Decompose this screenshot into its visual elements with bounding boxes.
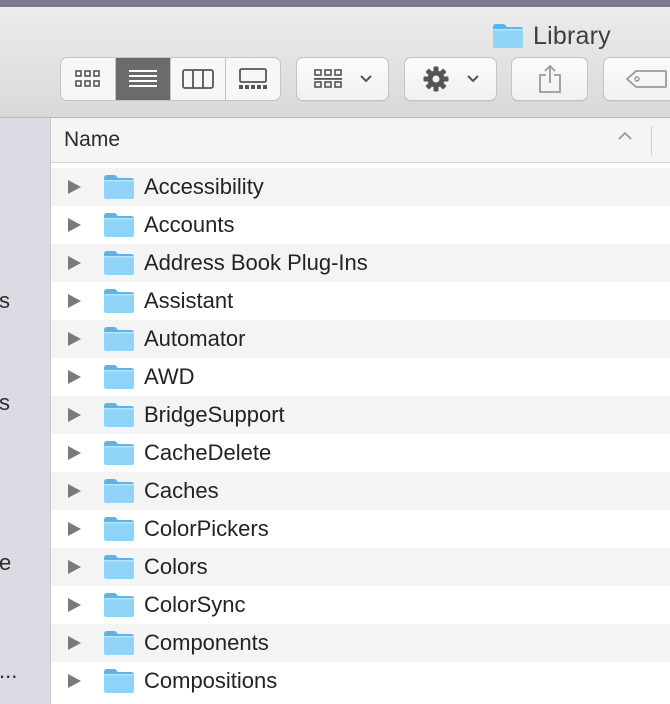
tag-button[interactable]: [603, 57, 670, 101]
list-header: Name: [51, 118, 670, 163]
list-item[interactable]: CacheDelete: [51, 434, 670, 472]
grid-icon: [75, 70, 100, 87]
folder-icon: [103, 364, 135, 390]
sidebar: s s e ...: [0, 118, 51, 704]
list-item[interactable]: Automator: [51, 320, 670, 358]
window-title: Library: [492, 22, 611, 50]
folder-icon: [492, 23, 524, 49]
folder-icon: [103, 516, 135, 542]
group-grid-icon: [313, 69, 342, 88]
chevron-down-icon: [359, 75, 372, 83]
folder-icon: [103, 402, 135, 428]
tag-icon: [626, 70, 667, 88]
sidebar-item-label[interactable]: s: [0, 288, 10, 314]
share-icon: [538, 64, 561, 93]
disclosure-triangle-icon[interactable]: [68, 446, 81, 460]
list-item[interactable]: Caches: [51, 472, 670, 510]
list-item-label: Assistant: [144, 288, 234, 313]
list-item[interactable]: ColorPickers: [51, 510, 670, 548]
list-item[interactable]: Address Book Plug-Ins: [51, 244, 670, 282]
list-view-button[interactable]: [116, 58, 171, 100]
list-item-label: BridgeSupport: [144, 402, 285, 427]
list-item-label: Automator: [144, 326, 246, 351]
disclosure-triangle-icon[interactable]: [68, 598, 81, 612]
folder-icon: [103, 212, 135, 238]
disclosure-triangle-icon[interactable]: [68, 560, 81, 574]
list-item-label: Caches: [144, 478, 219, 503]
disclosure-triangle-icon[interactable]: [68, 408, 81, 422]
folder-icon: [103, 250, 135, 276]
list-item-label: Compositions: [144, 668, 278, 693]
disclosure-triangle-icon[interactable]: [68, 484, 81, 498]
list-item-label: ColorSync: [144, 592, 246, 617]
icon-view-button[interactable]: [61, 58, 116, 100]
column-divider: [651, 126, 652, 156]
list-item[interactable]: Colors: [51, 548, 670, 586]
disclosure-triangle-icon[interactable]: [68, 332, 81, 346]
folder-icon: [103, 630, 135, 656]
share-button[interactable]: [511, 57, 588, 101]
disclosure-triangle-icon[interactable]: [68, 636, 81, 650]
chevron-down-icon: [466, 75, 479, 83]
gallery-icon: [239, 68, 267, 89]
list-item-label: Accessibility: [144, 174, 264, 199]
window-title-text: Library: [533, 21, 611, 50]
list-item[interactable]: Accounts: [51, 206, 670, 244]
disclosure-triangle-icon[interactable]: [68, 256, 81, 270]
list-item[interactable]: Components: [51, 624, 670, 662]
gear-icon: [423, 66, 448, 92]
columns-icon: [182, 69, 214, 89]
disclosure-triangle-icon[interactable]: [68, 294, 81, 308]
disclosure-triangle-icon[interactable]: [68, 522, 81, 536]
sort-ascending-icon[interactable]: [617, 130, 633, 142]
list-icon: [129, 70, 157, 87]
list-item-label: Address Book Plug-Ins: [144, 250, 368, 275]
file-list: Accessibility Accounts Address Book Plug-I…: [51, 168, 670, 700]
list-item-label: CacheDelete: [144, 440, 272, 465]
view-mode-segmented-control: [60, 57, 281, 101]
list-item[interactable]: ColorSync: [51, 586, 670, 624]
list-item[interactable]: Assistant: [51, 282, 670, 320]
list-item[interactable]: Compositions: [51, 662, 670, 700]
list-item-label: ColorPickers: [144, 516, 269, 541]
list-item[interactable]: BridgeSupport: [51, 396, 670, 434]
window-toolbar: Library: [0, 7, 670, 118]
group-by-button[interactable]: [296, 57, 389, 101]
folder-icon: [103, 668, 135, 694]
folder-icon: [103, 554, 135, 580]
disclosure-triangle-icon[interactable]: [68, 370, 81, 384]
folder-icon: [103, 326, 135, 352]
desktop-strip: [0, 0, 670, 7]
sidebar-item-label[interactable]: ...: [0, 658, 17, 684]
sidebar-item-label[interactable]: s: [0, 390, 10, 416]
action-menu-button[interactable]: [404, 57, 497, 101]
list-item-label: Components: [144, 630, 269, 655]
sidebar-item-label[interactable]: e: [0, 550, 11, 576]
list-item-label: Accounts: [144, 212, 235, 237]
list-item-label: Colors: [144, 554, 208, 579]
column-view-button[interactable]: [171, 58, 226, 100]
gallery-view-button[interactable]: [226, 58, 280, 100]
list-item[interactable]: Accessibility: [51, 168, 670, 206]
column-header-name[interactable]: Name: [64, 128, 120, 152]
list-item-label: AWD: [144, 364, 195, 389]
folder-icon: [103, 478, 135, 504]
disclosure-triangle-icon[interactable]: [68, 218, 81, 232]
folder-icon: [103, 288, 135, 314]
folder-icon: [103, 174, 135, 200]
folder-icon: [103, 592, 135, 618]
disclosure-triangle-icon[interactable]: [68, 674, 81, 688]
disclosure-triangle-icon[interactable]: [68, 180, 81, 194]
folder-icon: [103, 440, 135, 466]
list-item[interactable]: AWD: [51, 358, 670, 396]
